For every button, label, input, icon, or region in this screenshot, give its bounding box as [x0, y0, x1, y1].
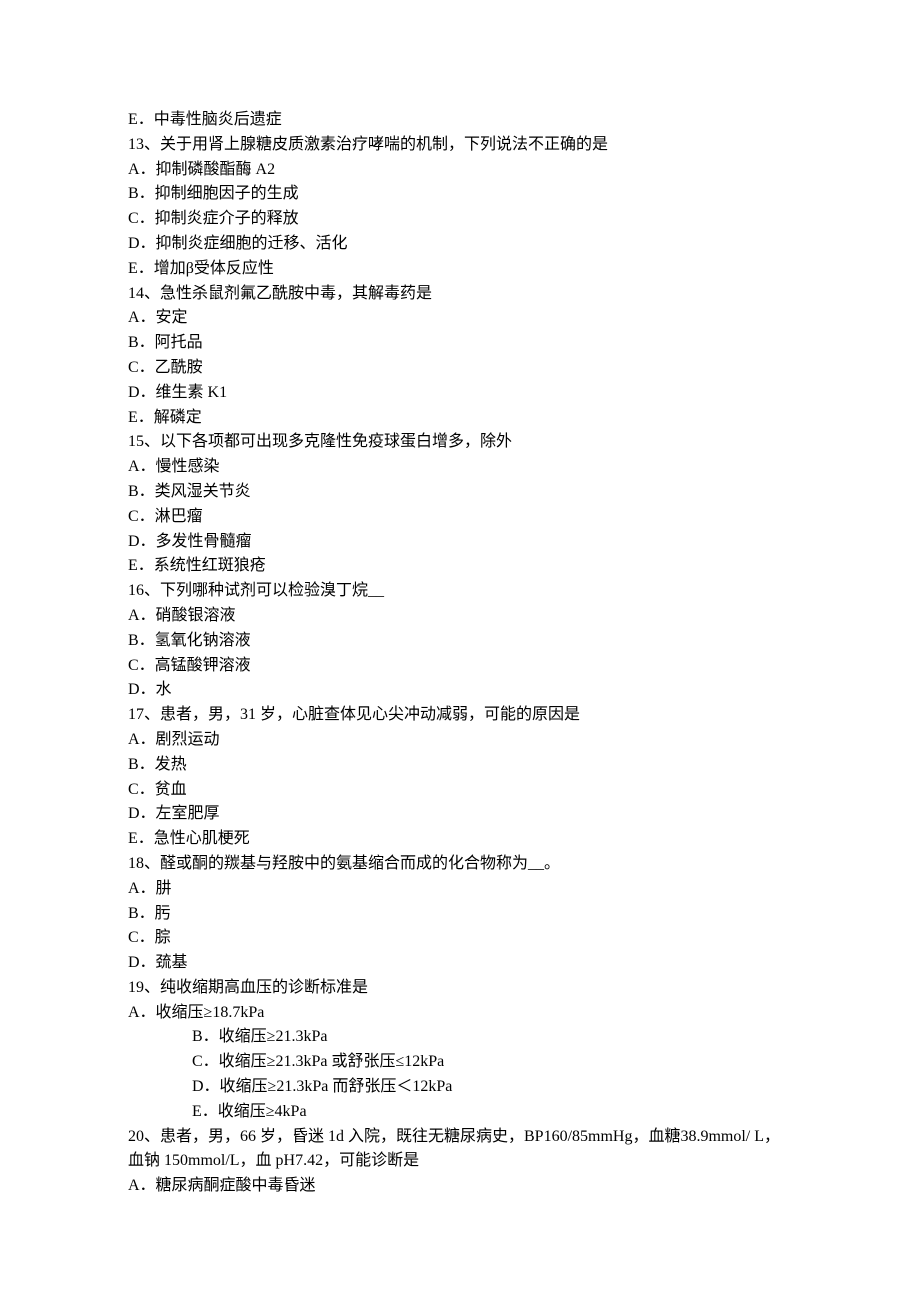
text-line: 20、患者，男，66 岁，昏迷 1d 入院，既往无糖尿病史，BP160/85mm…: [128, 1125, 792, 1175]
text-line: A．硝酸银溶液: [128, 604, 792, 629]
text-line: A．剧烈运动: [128, 728, 792, 753]
document-page: E．中毒性脑炎后遗症13、关于用肾上腺糖皮质激素治疗哮喘的机制，下列说法不正确的…: [0, 0, 920, 1259]
text-line: E．解磷定: [128, 406, 792, 431]
text-line: D．左室肥厚: [128, 802, 792, 827]
text-line: A．肼: [128, 877, 792, 902]
text-line: C．高锰酸钾溶液: [128, 654, 792, 679]
text-line: D．抑制炎症细胞的迁移、活化: [128, 232, 792, 257]
text-line: C．抑制炎症介子的释放: [128, 207, 792, 232]
text-line: 19、纯收缩期高血压的诊断标准是: [128, 976, 792, 1001]
text-line: 14、急性杀鼠剂氟乙酰胺中毒，其解毒药是: [128, 282, 792, 307]
text-line: D．维生素 K1: [128, 381, 792, 406]
text-line: 18、醛或酮的羰基与羟胺中的氨基缩合而成的化合物称为__。: [128, 852, 792, 877]
text-line: B．氢氧化钠溶液: [128, 629, 792, 654]
text-line: A．收缩压≥18.7kPa: [128, 1001, 792, 1026]
text-line: A．安定: [128, 306, 792, 331]
text-line: 15、以下各项都可出现多克隆性免疫球蛋白增多，除外: [128, 430, 792, 455]
text-line: C．淋巴瘤: [128, 505, 792, 530]
text-line: D．多发性骨髓瘤: [128, 530, 792, 555]
text-line: 16、下列哪种试剂可以检验溴丁烷__: [128, 579, 792, 604]
text-line: E．收缩压≥4kPa: [128, 1100, 792, 1125]
text-line: E．急性心肌梗死: [128, 827, 792, 852]
text-line: A．抑制磷酸酯酶 A2: [128, 158, 792, 183]
text-line: 13、关于用肾上腺糖皮质激素治疗哮喘的机制，下列说法不正确的是: [128, 133, 792, 158]
text-line: C．腙: [128, 926, 792, 951]
text-line: B．发热: [128, 753, 792, 778]
text-line: B．抑制细胞因子的生成: [128, 182, 792, 207]
text-line: B．阿托品: [128, 331, 792, 356]
text-line: C．收缩压≥21.3kPa 或舒张压≤12kPa: [128, 1050, 792, 1075]
text-line: D．收缩压≥21.3kPa 而舒张压＜12kPa: [128, 1075, 792, 1100]
text-line: E．系统性红斑狼疮: [128, 554, 792, 579]
text-line: D．巯基: [128, 951, 792, 976]
text-line: 17、患者，男，31 岁，心脏查体见心尖冲动减弱，可能的原因是: [128, 703, 792, 728]
text-line: D．水: [128, 678, 792, 703]
text-line: B．肟: [128, 902, 792, 927]
text-line: C．乙酰胺: [128, 356, 792, 381]
text-line: A．慢性感染: [128, 455, 792, 480]
text-line: E．中毒性脑炎后遗症: [128, 108, 792, 133]
text-line: C．贫血: [128, 778, 792, 803]
text-line: B．类风湿关节炎: [128, 480, 792, 505]
text-line: A．糖尿病酮症酸中毒昏迷: [128, 1174, 792, 1199]
text-line: E．增加β受体反应性: [128, 257, 792, 282]
text-line: B．收缩压≥21.3kPa: [128, 1025, 792, 1050]
